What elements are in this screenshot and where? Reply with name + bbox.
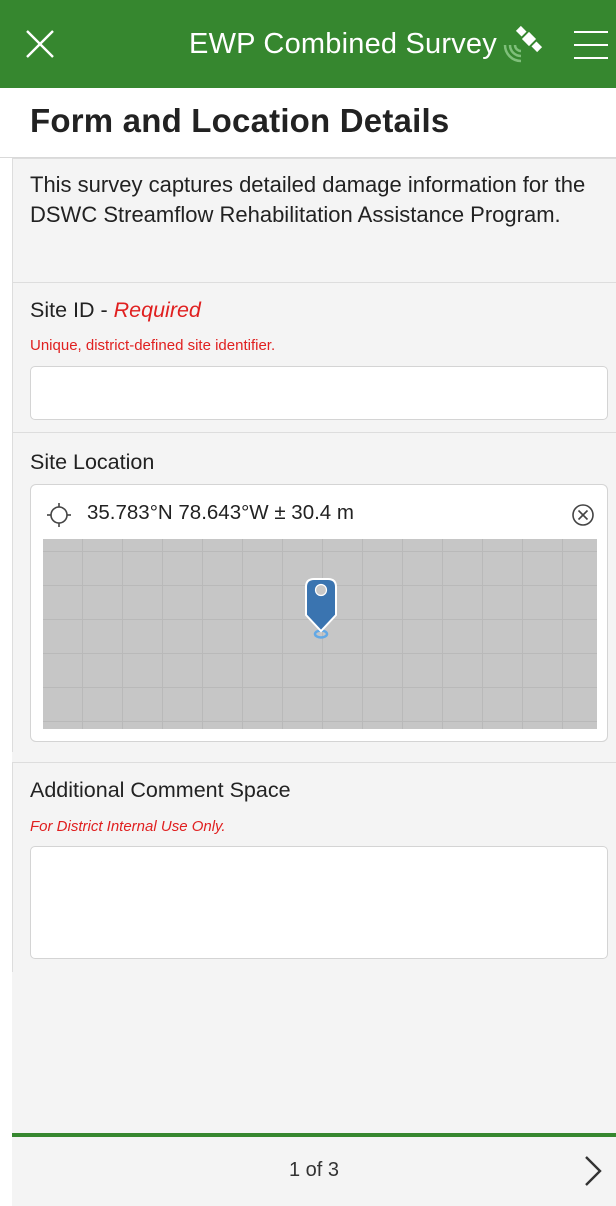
geopoint-card: 35.783°N 78.643°W ± 30.4 m	[30, 484, 608, 742]
site-id-label: Site ID - Required	[30, 298, 201, 322]
app-header: EWP Combined Survey	[0, 0, 616, 88]
comment-hint: For District Internal Use Only.	[30, 818, 226, 835]
satellite-icon[interactable]	[499, 25, 547, 63]
clear-location-icon[interactable]	[569, 501, 597, 529]
menu-icon	[574, 31, 608, 59]
location-map[interactable]	[43, 539, 597, 729]
menu-button[interactable]	[570, 26, 610, 64]
next-page-button[interactable]	[576, 1151, 608, 1191]
site-id-hint: Unique, district-defined site identifier…	[30, 337, 276, 354]
left-gutter	[0, 158, 12, 1206]
crosshair-icon	[47, 503, 71, 527]
survey-app: EWP Combined Survey Form and Location De…	[0, 0, 616, 1206]
location-coordinates: 35.783°N 78.643°W ± 30.4 m	[87, 501, 354, 524]
page-indicator: 1 of 3	[288, 1159, 340, 1181]
map-pin-icon	[305, 578, 337, 639]
site-location-label: Site Location	[30, 450, 155, 474]
site-id-input[interactable]	[30, 366, 608, 420]
chevron-right-icon	[585, 1156, 602, 1186]
required-marker: Required	[113, 298, 201, 322]
page-title: Form and Location Details	[30, 102, 450, 139]
section-header: Form and Location Details	[0, 88, 616, 158]
survey-description: This survey captures detailed damage inf…	[30, 172, 586, 227]
comment-label: Additional Comment Space	[30, 778, 291, 802]
comment-input[interactable]	[30, 846, 608, 959]
page-footer: 1 of 3	[12, 1137, 616, 1206]
